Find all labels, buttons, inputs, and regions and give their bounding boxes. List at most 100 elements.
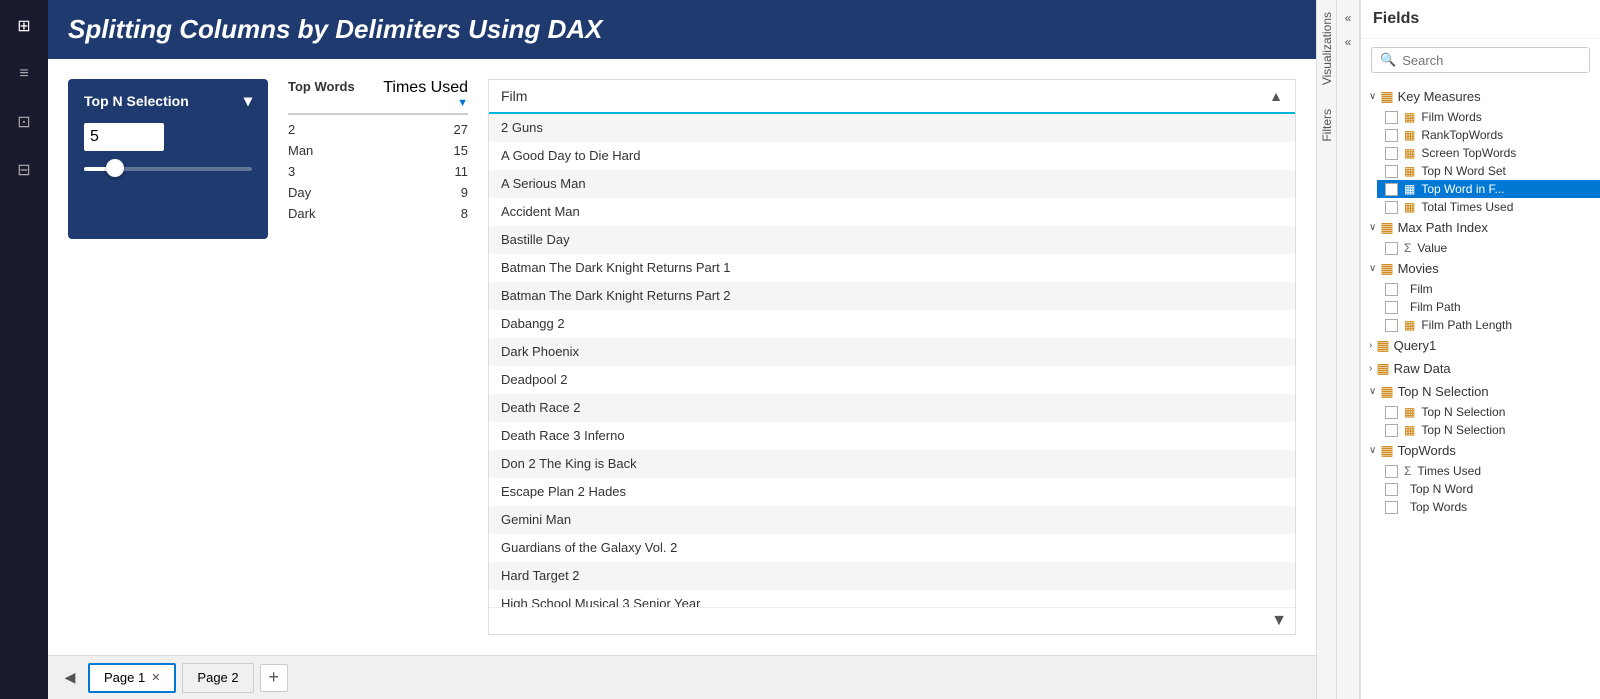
page-tab-1[interactable]: Page 1 ✕ bbox=[88, 663, 176, 693]
list-item[interactable]: Guardians of the Galaxy Vol. 2 bbox=[489, 534, 1295, 562]
tree-item[interactable]: ▦ Top N Word Set bbox=[1377, 162, 1600, 180]
tree-checkbox[interactable] bbox=[1385, 183, 1398, 196]
list-item[interactable]: Hard Target 2 bbox=[489, 562, 1295, 590]
list-item[interactable]: Deadpool 2 bbox=[489, 366, 1295, 394]
tree-group-header[interactable]: ∨ ▦ Top N Selection bbox=[1361, 380, 1600, 403]
top-n-widget: Top N Selection ▾ 5 bbox=[68, 79, 268, 239]
item-label: Value bbox=[1417, 241, 1447, 255]
table-icon: ▦ bbox=[1404, 318, 1415, 332]
list-item[interactable]: Accident Man bbox=[489, 198, 1295, 226]
sidebar-icon-data[interactable]: ≡ bbox=[8, 58, 40, 90]
tree-checkbox[interactable] bbox=[1385, 483, 1398, 496]
tree-item[interactable]: Top N Word bbox=[1377, 480, 1600, 498]
tree-item[interactable]: ▦ RankTopWords bbox=[1377, 126, 1600, 144]
table-icon: ▦ bbox=[1404, 405, 1415, 419]
table-icon: ▦ bbox=[1404, 146, 1415, 160]
item-label: Top Word in F... bbox=[1421, 182, 1504, 196]
tree-item[interactable]: ▦ Total Times Used bbox=[1377, 198, 1600, 216]
sidebar-icon-model[interactable]: ⊡ bbox=[8, 106, 40, 138]
list-item[interactable]: Dabangg 2 bbox=[489, 310, 1295, 338]
tree-checkbox[interactable] bbox=[1385, 111, 1398, 124]
list-item[interactable]: Death Race 3 Inferno bbox=[489, 422, 1295, 450]
nav-prev-btn[interactable]: ◀ bbox=[58, 666, 82, 690]
film-list-container: Film ▲ 2 GunsA Good Day to Die HardA Ser… bbox=[488, 79, 1296, 635]
list-item[interactable]: A Good Day to Die Hard bbox=[489, 142, 1295, 170]
list-item[interactable]: 2 Guns bbox=[489, 114, 1295, 142]
tree-item[interactable]: Film Path bbox=[1377, 298, 1600, 316]
tree-group-header[interactable]: ∨ ▦ Key Measures bbox=[1361, 85, 1600, 108]
item-label: Top N Word bbox=[1410, 482, 1473, 496]
filters-tab[interactable]: Filters bbox=[1317, 97, 1337, 154]
scroll-down-icon[interactable]: ▼ bbox=[1271, 612, 1287, 630]
tree-item[interactable]: Σ Value bbox=[1377, 239, 1600, 257]
close-page1-icon[interactable]: ✕ bbox=[151, 671, 160, 684]
tree-item[interactable]: ▦ Top N Selection bbox=[1377, 421, 1600, 439]
list-item[interactable]: Gemini Man bbox=[489, 506, 1295, 534]
slider-thumb[interactable] bbox=[106, 159, 124, 177]
search-input[interactable] bbox=[1402, 53, 1581, 68]
tree-item[interactable]: ▦ Film Path Length bbox=[1377, 316, 1600, 334]
tree-group-header[interactable]: ∨ ▦ Movies bbox=[1361, 257, 1600, 280]
top-n-input[interactable]: 5 bbox=[84, 123, 164, 151]
tree-checkbox[interactable] bbox=[1385, 283, 1398, 296]
tree-checkbox[interactable] bbox=[1385, 406, 1398, 419]
item-label: Total Times Used bbox=[1421, 200, 1513, 214]
tree-toggle-icon: ∨ bbox=[1369, 222, 1376, 233]
tree-checkbox[interactable] bbox=[1385, 501, 1398, 514]
sigma-icon: Σ bbox=[1404, 241, 1411, 255]
tree-group-header[interactable]: › ▦ Query1 bbox=[1361, 334, 1600, 357]
item-label: Film Words bbox=[1421, 110, 1481, 124]
film-list-scroll[interactable]: 2 GunsA Good Day to Die HardA Serious Ma… bbox=[489, 114, 1295, 607]
tree-checkbox[interactable] bbox=[1385, 201, 1398, 214]
sidebar-icon-dax[interactable]: ⊟ bbox=[8, 154, 40, 186]
table-icon: ▦ bbox=[1404, 423, 1415, 437]
group-label: Max Path Index bbox=[1398, 220, 1488, 235]
list-item[interactable]: Dark Phoenix bbox=[489, 338, 1295, 366]
list-item[interactable]: Bastille Day bbox=[489, 226, 1295, 254]
table-icon: ▦ bbox=[1404, 128, 1415, 142]
list-item[interactable]: Death Race 2 bbox=[489, 394, 1295, 422]
tree-item[interactable]: Σ Times Used bbox=[1377, 462, 1600, 480]
tree-checkbox[interactable] bbox=[1385, 242, 1398, 255]
tree-checkbox[interactable] bbox=[1385, 165, 1398, 178]
tree-group: ∨ ▦ Max Path Index Σ Value bbox=[1361, 216, 1600, 257]
tree-checkbox[interactable] bbox=[1385, 147, 1398, 160]
group-label: TopWords bbox=[1398, 443, 1456, 458]
list-item[interactable]: Batman The Dark Knight Returns Part 2 bbox=[489, 282, 1295, 310]
list-item[interactable]: Escape Plan 2 Hades bbox=[489, 478, 1295, 506]
tree-checkbox[interactable] bbox=[1385, 424, 1398, 437]
list-item[interactable]: A Serious Man bbox=[489, 170, 1295, 198]
tree-item[interactable]: ▦ Film Words bbox=[1377, 108, 1600, 126]
tree-item[interactable]: Film bbox=[1377, 280, 1600, 298]
sidebar-icon-home[interactable]: ⊞ bbox=[8, 10, 40, 42]
list-item[interactable]: Batman The Dark Knight Returns Part 1 bbox=[489, 254, 1295, 282]
item-label: RankTopWords bbox=[1421, 128, 1503, 142]
tree-group-header[interactable]: › ▦ Raw Data bbox=[1361, 357, 1600, 380]
fields-tree: ∨ ▦ Key Measures ▦ Film Words ▦ RankTopW… bbox=[1361, 81, 1600, 699]
scroll-up-icon[interactable]: ▲ bbox=[1269, 88, 1283, 104]
collapse-btn-2[interactable]: « bbox=[1338, 32, 1358, 52]
table-icon: ▦ bbox=[1404, 200, 1415, 214]
add-page-btn[interactable]: + bbox=[260, 664, 288, 692]
list-item[interactable]: Don 2 The King is Back bbox=[489, 450, 1295, 478]
visualizations-tab[interactable]: Visualizations bbox=[1317, 0, 1337, 97]
tree-group-header[interactable]: ∨ ▦ Max Path Index bbox=[1361, 216, 1600, 239]
item-label: Times Used bbox=[1417, 464, 1481, 478]
tree-item[interactable]: ▦ Top N Selection bbox=[1377, 403, 1600, 421]
list-item[interactable]: High School Musical 3 Senior Year bbox=[489, 590, 1295, 607]
tree-checkbox[interactable] bbox=[1385, 129, 1398, 142]
tree-item[interactable]: ▦ Screen TopWords bbox=[1377, 144, 1600, 162]
table-row: Day9 bbox=[288, 182, 468, 203]
tree-group-header[interactable]: ∨ ▦ TopWords bbox=[1361, 439, 1600, 462]
tree-checkbox[interactable] bbox=[1385, 301, 1398, 314]
group-table-icon: ▦ bbox=[1376, 360, 1389, 377]
tree-item[interactable]: Top Words bbox=[1377, 498, 1600, 516]
tree-checkbox[interactable] bbox=[1385, 465, 1398, 478]
tree-checkbox[interactable] bbox=[1385, 319, 1398, 332]
search-icon: 🔍 bbox=[1380, 52, 1396, 68]
collapse-btn-1[interactable]: « bbox=[1338, 8, 1358, 28]
tree-item[interactable]: ▦ Top Word in F... bbox=[1377, 180, 1600, 198]
bottom-bar: ◀ Page 1 ✕ Page 2 + bbox=[48, 655, 1316, 699]
page-tab-2[interactable]: Page 2 bbox=[182, 663, 253, 693]
top-n-dropdown-icon: ▾ bbox=[244, 91, 252, 111]
